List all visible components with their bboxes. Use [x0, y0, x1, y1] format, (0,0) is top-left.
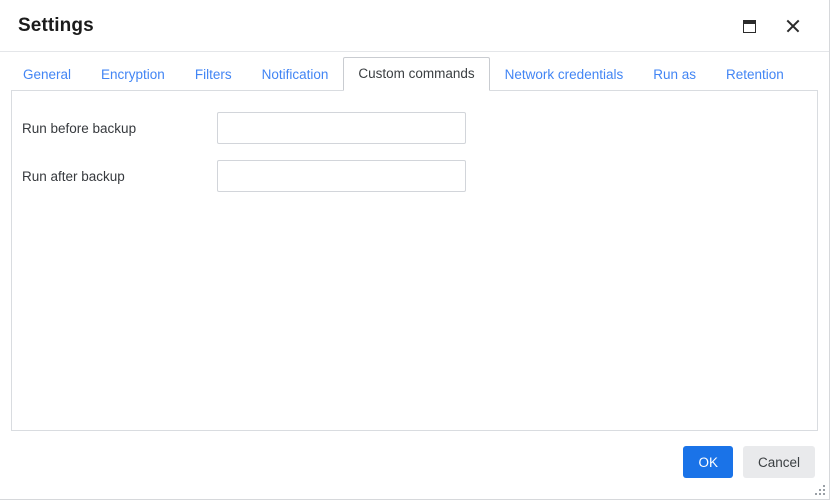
- tab-filters[interactable]: Filters: [180, 57, 247, 90]
- run-before-backup-label: Run before backup: [22, 120, 137, 136]
- close-button[interactable]: [771, 4, 815, 48]
- tab-strip: General Encryption Filters Notification …: [0, 52, 829, 91]
- run-after-backup-label: Run after backup: [22, 168, 125, 184]
- cancel-button[interactable]: Cancel: [742, 446, 815, 478]
- run-after-backup-input[interactable]: [217, 160, 466, 192]
- resize-grip-icon[interactable]: [814, 484, 826, 496]
- ok-button[interactable]: OK: [683, 446, 733, 478]
- tab-notification[interactable]: Notification: [247, 57, 344, 90]
- run-before-backup-row: Run before backup: [12, 111, 817, 145]
- run-before-backup-input[interactable]: [217, 112, 466, 144]
- maximize-button[interactable]: [727, 4, 771, 48]
- window-controls: [727, 0, 829, 52]
- tab-network-credentials[interactable]: Network credentials: [490, 57, 639, 90]
- maximize-icon: [742, 19, 756, 33]
- window-title: Settings: [18, 14, 94, 36]
- tab-retention[interactable]: Retention: [711, 57, 799, 90]
- settings-dialog: Settings General Encryption Filters Noti…: [0, 0, 830, 500]
- dialog-footer: OK Cancel: [0, 431, 829, 499]
- title-bar: Settings: [0, 0, 829, 52]
- tab-general[interactable]: General: [8, 57, 86, 90]
- custom-commands-panel: Run before backup Run after backup: [11, 90, 818, 431]
- close-icon: [786, 19, 801, 34]
- tab-custom-commands[interactable]: Custom commands: [343, 57, 490, 91]
- tab-run-as[interactable]: Run as: [638, 57, 711, 90]
- content-area: Run before backup Run after backup: [0, 90, 829, 431]
- tab-encryption[interactable]: Encryption: [86, 57, 180, 90]
- run-after-backup-row: Run after backup: [12, 159, 817, 193]
